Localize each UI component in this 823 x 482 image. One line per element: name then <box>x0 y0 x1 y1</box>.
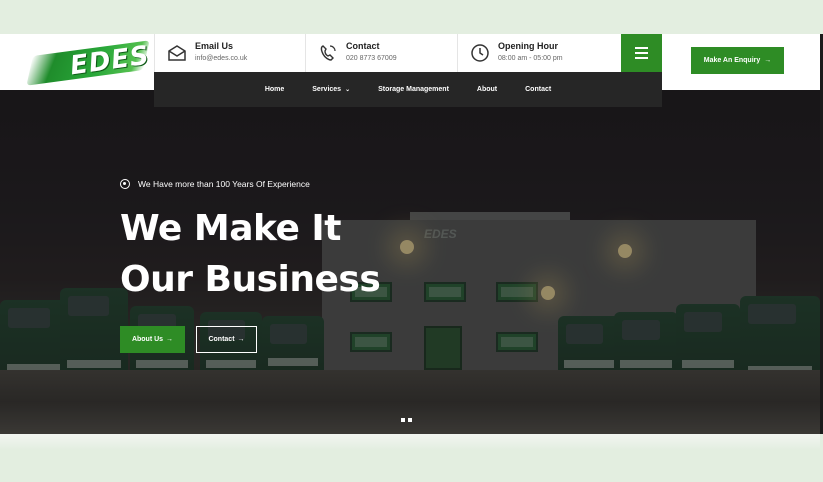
logo[interactable]: EDES Beige Business Moving <box>26 40 152 86</box>
nav-services[interactable]: Services ⌄ <box>312 86 350 93</box>
page-bottom-shadow <box>0 434 820 450</box>
chevron-down-icon: ⌄ <box>345 87 351 93</box>
clock-icon <box>471 44 489 62</box>
email-title: Email Us <box>195 41 234 51</box>
hamburger-menu-button[interactable] <box>621 34 662 72</box>
slider-dots <box>401 418 412 422</box>
slider-dot[interactable] <box>401 418 405 422</box>
arrow-right-icon: → <box>237 336 245 343</box>
main-nav: Home Services ⌄ Storage Management About… <box>154 72 662 107</box>
opening-hour-value: 08:00 am - 05:00 pm <box>498 55 563 62</box>
contact-title: Contact <box>346 41 380 51</box>
envelope-icon <box>168 45 186 61</box>
phone-value[interactable]: 020 8773 67009 <box>346 55 397 62</box>
contact-button[interactable]: Contact → <box>196 326 257 353</box>
email-info[interactable]: Email Us info@edes.co.uk <box>154 34 304 72</box>
arrow-right-icon: → <box>764 57 772 64</box>
about-us-button[interactable]: About Us → <box>120 326 185 353</box>
hero-headline: We Make It Our Business <box>120 208 381 300</box>
nav-about[interactable]: About <box>477 86 497 93</box>
contact-info[interactable]: Contact 020 8773 67009 <box>305 34 455 72</box>
page: EDES Beige Business Moving Email Us info… <box>0 34 820 434</box>
email-value[interactable]: info@edes.co.uk <box>195 55 247 62</box>
opening-hour-info: Opening Hour 08:00 am - 05:00 pm <box>457 34 607 72</box>
opening-hour-title: Opening Hour <box>498 41 558 51</box>
hero-tagline: We Have more than 100 Years Of Experienc… <box>120 179 310 189</box>
radio-dot-icon <box>120 179 130 189</box>
nav-contact[interactable]: Contact <box>525 86 551 93</box>
nav-storage-management[interactable]: Storage Management <box>378 86 449 93</box>
phone-icon <box>320 45 336 61</box>
arrow-right-icon: → <box>166 336 174 343</box>
hero-banner: EDES We Have more than 100 Years Of Expe… <box>0 90 820 434</box>
hamburger-icon <box>635 47 648 49</box>
slider-dot[interactable] <box>408 418 412 422</box>
make-enquiry-button[interactable]: Make An Enquiry → <box>691 47 784 74</box>
nav-home[interactable]: Home <box>265 86 284 93</box>
